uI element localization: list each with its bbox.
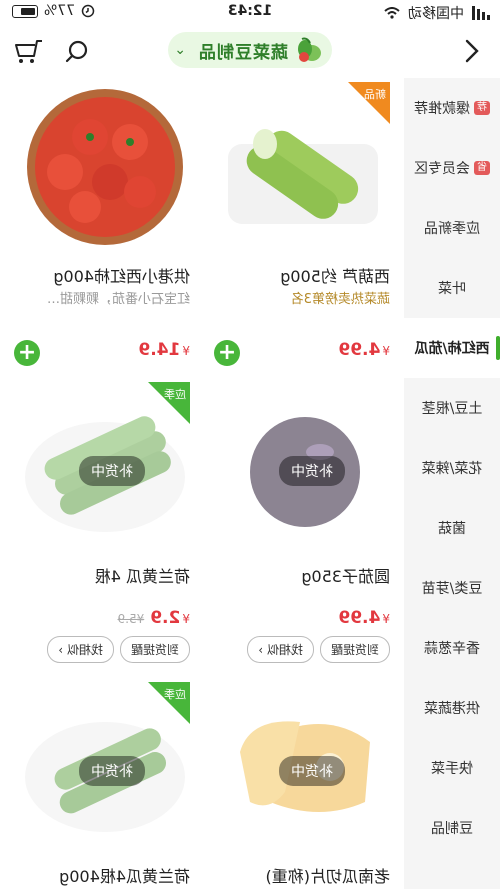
sidebar-item-label: 快手菜: [431, 761, 473, 777]
sidebar-item-spices[interactable]: 香辛葱蒜: [404, 618, 500, 678]
product-card[interactable]: 应季 补货中 荷兰黄瓜 4根 ¥2.9 ¥5.9 到货提醒 找相似 ›: [10, 378, 200, 678]
product-name: 圆茄子350g: [301, 567, 390, 586]
product-name: 荷兰黄瓜4根400g: [59, 867, 190, 886]
product-card[interactable]: 新品 西葫芦 约500g 蔬菜热卖榜第3名 ¥4.99 +: [210, 78, 400, 378]
sidebar-item-label: 会员专区: [414, 161, 470, 177]
currency-symbol: ¥: [382, 344, 390, 358]
badge-label: 应季: [164, 688, 186, 701]
price-value: 14.9: [138, 340, 181, 360]
sidebar-item-mushroom[interactable]: 菌菇: [404, 498, 500, 558]
currency-symbol: ¥: [382, 612, 390, 626]
product-card[interactable]: 供港小西红柿400g 红宝石小番茄，颗颗甜… ¥14.9 +: [10, 78, 200, 378]
product-card[interactable]: 补货中 圆茄子350g ¥4.99 到货提醒 找相似 ›: [210, 378, 400, 678]
badge-label: 新品: [364, 88, 386, 101]
product-subtitle: 蔬菜热卖榜第3名: [290, 292, 390, 307]
restocking-overlay: 补货中: [279, 756, 345, 786]
product-name: 供港小西红柿400g: [53, 267, 190, 286]
product-card[interactable]: 补货中 老南瓜切片(称重): [210, 678, 400, 889]
price-value: 4.99: [338, 608, 381, 628]
sidebar-item-label: 豆类/芽苗: [421, 581, 483, 597]
product-image: [27, 89, 183, 245]
original-price: ¥5.9: [117, 612, 145, 626]
app-screen: 中国移动 12:43 77% 蔬菜豆制品 ⌄ 荐 爆款推荐 省 会员专区 应季新…: [0, 0, 500, 889]
sidebar-tag: 省: [474, 161, 490, 175]
product-grid: 新品 西葫芦 约500g 蔬菜热卖榜第3名 ¥4.99 + 供港小西红柿400g…: [0, 78, 400, 889]
cart-icon[interactable]: [14, 38, 44, 66]
restock-reminder-button[interactable]: 到货提醒: [119, 636, 190, 663]
sidebar-item-tomato[interactable]: 西红柿/茄瓜: [404, 318, 500, 378]
nav-bar: 蔬菜豆制品 ⌄: [0, 28, 500, 74]
product-name: 老南瓜切片(称重): [265, 867, 391, 886]
sidebar-item-label: 豆制品: [431, 821, 473, 837]
search-icon[interactable]: [64, 38, 90, 64]
product-price: ¥2.9 ¥5.9: [118, 608, 190, 628]
sidebar-item-leafy[interactable]: 叶菜: [404, 258, 500, 318]
sidebar-item-label: 香辛葱蒜: [424, 641, 480, 657]
sidebar-item-beans[interactable]: 豆类/芽苗: [404, 558, 500, 618]
sidebar-item-label: 叶菜: [438, 281, 466, 297]
chevron-down-icon: ⌄: [174, 42, 186, 58]
currency-symbol: ¥: [182, 612, 190, 626]
add-to-cart-button[interactable]: +: [214, 340, 240, 366]
sidebar-item-label: 爆款推荐: [414, 101, 470, 117]
sidebar-item-potato[interactable]: 土豆/根茎: [404, 378, 500, 438]
sidebar-item-label: 供港蔬菜: [424, 701, 480, 717]
status-bar: 中国移动 12:43 77%: [0, 0, 500, 24]
category-title: 蔬菜豆制品: [198, 42, 288, 63]
sidebar-item-hot[interactable]: 荐 爆款推荐: [404, 78, 500, 138]
sidebar-item-member[interactable]: 省 会员专区: [404, 138, 500, 198]
sidebar-tag: 荐: [474, 101, 490, 115]
sidebar-item-label: 菌菇: [438, 521, 466, 537]
sidebar-item-tofu[interactable]: 豆制品: [404, 798, 500, 858]
battery-icon: [12, 4, 38, 18]
currency-symbol: ¥: [182, 344, 190, 358]
product-card[interactable]: 应季 补货中 荷兰黄瓜4根400g: [10, 678, 200, 889]
battery-percent: 77%: [44, 3, 76, 19]
sidebar-item-quick[interactable]: 快手菜: [404, 738, 500, 798]
restock-reminder-button[interactable]: 到货提醒: [319, 636, 390, 663]
price-value: 2.9: [150, 608, 181, 628]
vegetable-icon: [298, 37, 321, 62]
product-price: ¥14.9: [138, 340, 190, 360]
restocking-overlay: 补货中: [79, 456, 145, 486]
category-sidebar: 荐 爆款推荐 省 会员专区 应季新品 叶菜 西红柿/茄瓜 土豆/根茎 花菜/辣菜…: [404, 78, 500, 889]
find-similar-button[interactable]: 找相似 ›: [247, 636, 314, 663]
category-selector[interactable]: 蔬菜豆制品 ⌄: [168, 32, 332, 68]
product-name: 荷兰黄瓜 4根: [94, 567, 190, 586]
add-to-cart-button[interactable]: +: [14, 340, 40, 366]
sidebar-item-cauliflower[interactable]: 花菜/辣菜: [404, 438, 500, 498]
sidebar-item-label: 应季新品: [424, 221, 480, 237]
price-value: 4.99: [338, 340, 381, 360]
product-actions: 到货提醒 找相似 ›: [47, 636, 190, 663]
restocking-overlay: 补货中: [79, 756, 145, 786]
product-subtitle: 红宝石小番茄，颗颗甜…: [46, 292, 190, 307]
sidebar-item-label: 西红柿/茄瓜: [414, 341, 490, 357]
product-actions: 到货提醒 找相似 ›: [247, 636, 390, 663]
sidebar-item-label: 土豆/根茎: [421, 401, 483, 417]
back-chevron-icon[interactable]: [458, 38, 484, 64]
find-similar-button[interactable]: 找相似 ›: [47, 636, 114, 663]
product-name: 西葫芦 约500g: [280, 267, 390, 286]
status-right: 77%: [12, 3, 95, 19]
sidebar-item-label: 花菜/辣菜: [421, 461, 483, 477]
sidebar-item-seasonal[interactable]: 应季新品: [404, 198, 500, 258]
badge-label: 应季: [164, 388, 186, 401]
restocking-overlay: 补货中: [279, 456, 345, 486]
sidebar-item-more[interactable]: …: [404, 858, 500, 889]
sidebar-item-label: …: [445, 880, 459, 889]
alarm-icon: [81, 4, 95, 18]
product-price: ¥4.99: [338, 608, 390, 628]
product-price: ¥4.99: [338, 340, 390, 360]
sidebar-item-hk[interactable]: 供港蔬菜: [404, 678, 500, 738]
